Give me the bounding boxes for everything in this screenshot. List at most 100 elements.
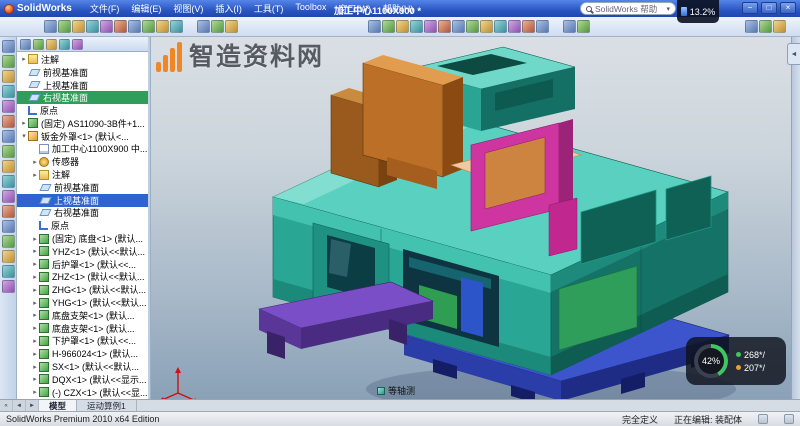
featuremanager-tab[interactable] — [20, 39, 31, 50]
move-component-icon[interactable] — [2, 100, 15, 113]
view-orientation-icon[interactable] — [438, 20, 451, 33]
configurationmanager-tab[interactable] — [46, 39, 57, 50]
tree-item[interactable]: 原点 — [17, 219, 148, 232]
task-pane-icon[interactable] — [759, 20, 772, 33]
status-icon-1[interactable] — [758, 414, 768, 424]
status-icon-2[interactable] — [784, 414, 794, 424]
scene-icon[interactable] — [225, 20, 238, 33]
tree-item[interactable]: ▸注解 — [17, 53, 148, 66]
insert-components-icon[interactable] — [2, 40, 15, 53]
column-covers[interactable] — [331, 55, 463, 189]
tree-item[interactable]: 原点 — [17, 104, 148, 117]
tree-item[interactable]: ▸SX<1> (默认<<默认... — [17, 360, 148, 373]
undo-icon[interactable] — [100, 20, 113, 33]
motion-study-icon[interactable] — [577, 20, 590, 33]
tab-1[interactable]: 运动算例1 — [77, 400, 137, 411]
display-style-icon[interactable] — [452, 20, 465, 33]
tree-item[interactable]: ▸ZHZ<1> (默认<<默认... — [17, 271, 148, 284]
explode-line-sketch-icon[interactable] — [2, 220, 15, 233]
help-icon[interactable] — [773, 20, 786, 33]
tree-item[interactable]: ▸(固定) 底盘<1> (默认... — [17, 232, 148, 245]
expander-icon[interactable]: ▸ — [20, 119, 28, 127]
expander-icon[interactable]: ▸ — [31, 273, 39, 281]
tab-scroll-first[interactable]: « — [0, 400, 13, 411]
linear-component-pattern-icon[interactable] — [2, 70, 15, 83]
tree-item[interactable]: 上视基准面 — [17, 79, 148, 92]
camera-view-icon[interactable] — [536, 20, 549, 33]
expander-icon[interactable]: ▸ — [31, 247, 39, 255]
smart-fasteners-icon[interactable] — [2, 85, 15, 98]
expander-icon[interactable]: ▸ — [31, 235, 39, 243]
expander-icon[interactable]: ▸ — [31, 375, 39, 383]
menu-item-3[interactable]: 插入(I) — [209, 0, 248, 17]
assembly-features-icon[interactable] — [2, 145, 15, 158]
tree-item[interactable]: ▸(-) CZX<1> (默认<<显... — [17, 386, 148, 399]
expander-icon[interactable]: ▸ — [31, 311, 39, 319]
tree-item[interactable]: ▸DQX<1> (默认<<显示... — [17, 373, 148, 386]
section-view-icon[interactable] — [522, 20, 535, 33]
options-icon[interactable] — [142, 20, 155, 33]
expander-icon[interactable]: ▸ — [20, 55, 28, 63]
propertymanager-tab[interactable] — [33, 39, 44, 50]
hide-show-items-icon[interactable] — [466, 20, 479, 33]
menu-item-2[interactable]: 视图(V) — [167, 0, 209, 17]
tree-item[interactable]: 右视基准面 — [17, 207, 148, 220]
save-icon[interactable] — [72, 20, 85, 33]
expander-icon[interactable]: ▸ — [31, 337, 39, 345]
displaymanager-tab[interactable] — [72, 39, 83, 50]
selection-filter-icon[interactable] — [197, 20, 210, 33]
expander-icon[interactable]: ▸ — [31, 363, 39, 371]
expander-icon[interactable]: ▸ — [31, 158, 39, 166]
zoom-in-out-icon[interactable] — [396, 20, 409, 33]
rotate-component-icon[interactable] — [2, 115, 15, 128]
assemblyxpert-icon[interactable] — [2, 250, 15, 263]
expander-icon[interactable]: ▸ — [31, 171, 39, 179]
chevron-down-icon[interactable]: ▾ — [666, 5, 670, 13]
redo-icon[interactable] — [114, 20, 127, 33]
tree-item[interactable]: 加工中心1100X900 中... — [17, 143, 148, 156]
menu-item-4[interactable]: 工具(T) — [248, 0, 290, 17]
open-icon[interactable] — [58, 20, 71, 33]
tree-item[interactable]: 上视基准面 — [17, 194, 148, 207]
pan-icon[interactable] — [424, 20, 437, 33]
tree-item[interactable]: 右视基准面 — [17, 91, 148, 104]
edit-appearance-icon[interactable] — [480, 20, 493, 33]
view-settings-icon[interactable] — [508, 20, 521, 33]
rotate-view-icon[interactable] — [410, 20, 423, 33]
tree-item[interactable]: ▸H-966024<1> (默认... — [17, 347, 148, 360]
menu-item-5[interactable]: Toolbox — [289, 0, 332, 17]
expander-icon[interactable]: ▸ — [31, 388, 39, 396]
print-icon[interactable] — [86, 20, 99, 33]
dimxpertmanager-tab[interactable] — [59, 39, 70, 50]
expander-icon[interactable]: ▸ — [31, 286, 39, 294]
exploded-view-icon[interactable] — [2, 205, 15, 218]
close-button[interactable]: × — [780, 2, 796, 14]
tree-item[interactable]: ▸后护罩<1> (默认<<... — [17, 258, 148, 271]
tree-item[interactable]: ▸(固定) AS11090-3B件+1... — [17, 117, 148, 130]
zoom-fit-icon[interactable] — [368, 20, 381, 33]
select-icon[interactable] — [170, 20, 183, 33]
viewport[interactable]: 智造资料网 等轴测 ◄ 42% 268*/ 207*/ — [151, 37, 800, 399]
mate-icon[interactable] — [2, 55, 15, 68]
tab-scroll-prev[interactable]: ◄ — [13, 400, 26, 411]
tree-item[interactable]: 前视基准面 — [17, 181, 148, 194]
assembly-visualization-icon[interactable] — [563, 20, 576, 33]
appearance-icon[interactable] — [211, 20, 224, 33]
tree-item[interactable]: ▸YHG<1> (默认<<默认... — [17, 296, 148, 309]
isolate-icon[interactable] — [2, 265, 15, 278]
tree-item[interactable]: ▸底盘支架<1> (默认... — [17, 309, 148, 322]
tree-item[interactable]: ▸YHZ<1> (默认<<默认... — [17, 245, 148, 258]
new-icon[interactable] — [44, 20, 57, 33]
fullscreen-icon[interactable] — [745, 20, 758, 33]
expander-icon[interactable]: ▸ — [31, 350, 39, 358]
expander-icon[interactable]: ▾ — [20, 132, 28, 140]
zoom-area-icon[interactable] — [382, 20, 395, 33]
tree-item[interactable]: ▸注解 — [17, 168, 148, 181]
new-motion-study-icon[interactable] — [2, 175, 15, 188]
tab-0[interactable]: 模型 — [39, 400, 77, 411]
large-assembly-mode-icon[interactable] — [2, 280, 15, 293]
tree-item[interactable]: ▸下护罩<1> (默认<<... — [17, 335, 148, 348]
help-search-input[interactable]: SolidWorks 帮助 ▾ — [580, 2, 676, 15]
menu-item-1[interactable]: 编辑(E) — [125, 0, 167, 17]
expander-icon[interactable]: ▸ — [31, 299, 39, 307]
